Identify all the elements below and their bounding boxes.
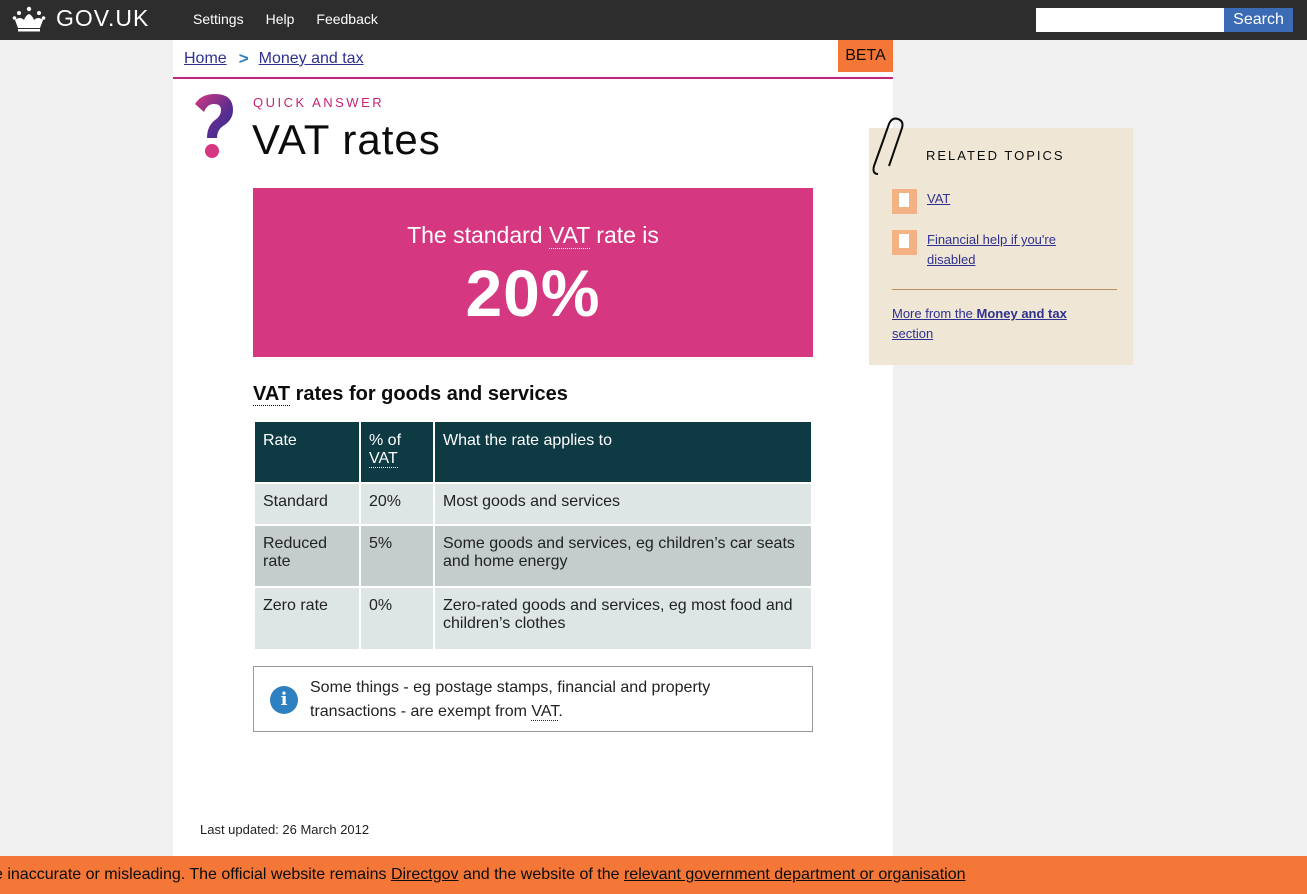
chevron-right-icon: >: [238, 49, 249, 68]
related-divider: [892, 289, 1117, 290]
vat-abbreviation: VAT: [548, 222, 590, 249]
more-link-end: section: [892, 326, 934, 341]
table-row: Standard 20% Most goods and services: [255, 484, 811, 524]
table-header-row: Rate % of VAT What the rate applies to: [255, 422, 811, 482]
vat-abbreviation: VAT: [253, 383, 291, 406]
top-nav: Settings Help Feedback: [193, 11, 378, 27]
header-percent: % of VAT: [361, 422, 433, 482]
related-item-financial-help: Financial help if you're disabled: [892, 230, 1077, 270]
note-end: .: [558, 703, 563, 720]
hero-caption-end: rate is: [589, 222, 659, 248]
standard-rate-panel: The standard VAT rate is 20%: [253, 188, 813, 357]
related-link-financial-help[interactable]: Financial help if you're disabled: [927, 230, 1077, 270]
breadcrumb: Home > Money and tax: [184, 49, 364, 69]
search-button[interactable]: Search: [1224, 8, 1293, 32]
header-rate: Rate: [255, 422, 359, 482]
related-topics-panel: RELATED TOPICS VAT Financial help if you…: [869, 117, 1133, 365]
banner-text: e inaccurate or misleading. The official…: [0, 856, 966, 894]
table-row: Reduced rate 5% Some goods and services,…: [255, 526, 811, 586]
info-icon: i: [270, 686, 298, 714]
nav-help[interactable]: Help: [266, 11, 295, 27]
more-link-section: Money and tax: [976, 306, 1067, 321]
exemption-note-text: Some things - eg postage stamps, financi…: [310, 676, 790, 724]
related-item-vat: VAT: [892, 189, 1077, 214]
rate-applies-to: Most goods and services: [435, 484, 811, 524]
vat-rates-table: Rate % of VAT What the rate applies to St…: [253, 420, 813, 651]
directgov-link[interactable]: Directgov: [391, 866, 459, 883]
rate-percent: 20%: [361, 484, 433, 524]
last-updated: Last updated: 26 March 2012: [200, 822, 370, 837]
vat-abbreviation: VAT: [531, 703, 559, 721]
paperclip-icon: [872, 117, 904, 175]
banner-text-start: e inaccurate or misleading. The official…: [0, 866, 391, 883]
vat-abbreviation: VAT: [369, 450, 398, 468]
header-percent-text: % of: [369, 432, 402, 449]
question-mark-icon: [195, 94, 233, 158]
rate-name: Standard: [255, 484, 359, 524]
nav-settings[interactable]: Settings: [193, 11, 244, 27]
rate-name: Zero rate: [255, 588, 359, 649]
breadcrumb-home[interactable]: Home: [184, 50, 227, 68]
more-from-section-link[interactable]: More from the Money and tax section: [892, 304, 1102, 344]
note-text: Some things - eg postage stamps, financi…: [310, 679, 711, 720]
main-content: Home > Money and tax BETA QUICK ANSWER V…: [173, 40, 893, 870]
header-applies-to: What the rate applies to: [435, 422, 811, 482]
rate-percent: 0%: [361, 588, 433, 649]
rate-percent: 5%: [361, 526, 433, 586]
section-heading: VAT rates for goods and services: [253, 383, 568, 406]
search-input[interactable]: [1036, 8, 1224, 32]
nav-feedback[interactable]: Feedback: [316, 11, 377, 27]
crown-icon: [12, 6, 46, 31]
quick-answer-label: QUICK ANSWER: [253, 95, 385, 110]
govuk-logo[interactable]: GOV.UK: [12, 5, 149, 32]
rate-name: Reduced rate: [255, 526, 359, 586]
hero-caption-start: The standard: [407, 222, 549, 248]
exemption-note: i Some things - eg postage stamps, finan…: [253, 666, 813, 732]
banner-text-middle: and the website of the: [458, 866, 624, 883]
department-link[interactable]: relevant government department or organi…: [624, 866, 966, 883]
standard-rate-value: 20%: [465, 256, 601, 330]
hero-caption: The standard VAT rate is: [253, 222, 813, 249]
document-icon: [892, 189, 917, 214]
beta-badge: BETA: [838, 40, 893, 72]
section-heading-rest: rates for goods and services: [290, 383, 568, 405]
rate-applies-to: Some goods and services, eg children’s c…: [435, 526, 811, 586]
beta-notice-banner: e inaccurate or misleading. The official…: [0, 856, 1307, 894]
table-row: Zero rate 0% Zero-rated goods and servic…: [255, 588, 811, 649]
related-topics-title: RELATED TOPICS: [926, 148, 1065, 163]
page-title: VAT rates: [252, 116, 441, 163]
breadcrumb-money-and-tax[interactable]: Money and tax: [259, 50, 364, 68]
related-link-vat[interactable]: VAT: [927, 189, 1077, 214]
top-bar: GOV.UK Settings Help Feedback Search: [0, 0, 1307, 40]
rate-applies-to: Zero-rated goods and services, eg most f…: [435, 588, 811, 649]
logo-text: GOV.UK: [56, 5, 150, 31]
document-icon: [892, 230, 917, 255]
more-link-start: More from the: [892, 306, 977, 321]
header-divider: [173, 77, 893, 79]
